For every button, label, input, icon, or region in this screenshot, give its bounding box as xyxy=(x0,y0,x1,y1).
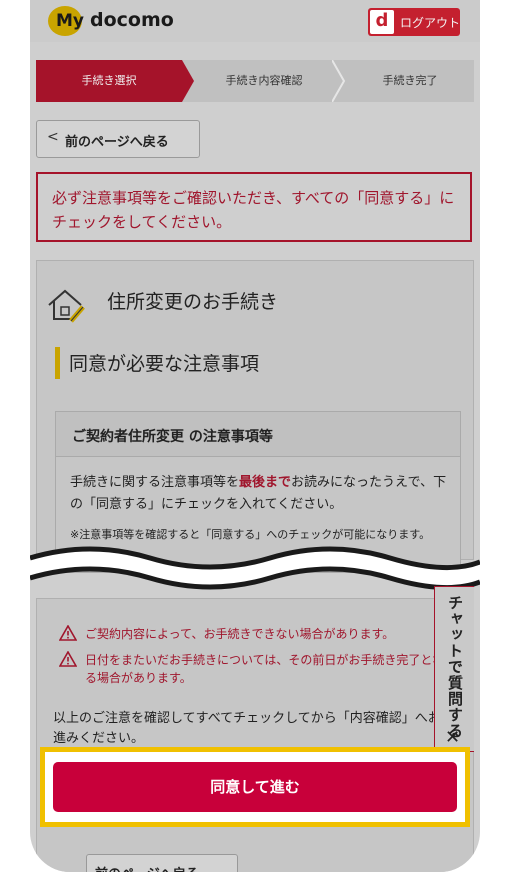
notice-heading: ご契約者住所変更 の注意事項等 xyxy=(72,429,273,445)
step-separator-icon xyxy=(332,60,346,102)
house-edit-icon xyxy=(48,289,85,323)
section-accent-bar xyxy=(55,347,60,379)
chevron-left-icon: < xyxy=(47,129,59,145)
notice-body-emphasis: 最後まで xyxy=(239,475,292,490)
header: My docomo d ログアウト xyxy=(30,0,480,42)
back-button-bottom[interactable]: 前のページへ戻る xyxy=(86,854,238,872)
back-label: 前のページへ戻る xyxy=(65,135,169,150)
back-button[interactable]: < 前のページへ戻る xyxy=(36,120,200,158)
close-icon[interactable]: ✕ xyxy=(445,727,460,748)
consent-alert: 必ず注意事項等をご確認いただき、すべての「同意する」にチェックをしてください。 xyxy=(36,172,472,242)
chat-tab[interactable]: チャットで質問する ✕ xyxy=(434,586,474,752)
warning-text: 日付をまたいだお手続きについては、その前日がお手続き完了となる場合があります。 xyxy=(85,653,445,685)
procedure-card: 住所変更のお手続き 同意が必要な注意事項 ご契約者住所変更 の注意事項等 手続き… xyxy=(36,260,474,573)
agree-proceed-button[interactable]: 同意して進む xyxy=(53,762,457,812)
logout-button[interactable]: d ログアウト xyxy=(368,8,460,36)
notice-body: 手続きに関する注意事項等を最後までお読みになったうえで、下の「同意する」にチェッ… xyxy=(70,472,452,516)
confirm-instruction: 以上のご注意を確認してすべてチェックしてから「内容確認」へお進みください。 xyxy=(53,711,441,746)
step-complete: 手続き完了 xyxy=(382,74,438,87)
alert-text: 必ず注意事項等をご確認いただき、すべての「同意する」にチェックをしてください。 xyxy=(52,189,455,231)
back-label-bottom: 前のページへ戻る xyxy=(95,863,199,872)
notice-body-pre: 手続きに関する注意事項等を xyxy=(70,475,240,490)
warnings-card: ご契約内容によって、お手続きできない場合があります。 日付をまたいだお手続きにつ… xyxy=(36,598,474,872)
step-confirm: 手続き内容確認 xyxy=(225,74,303,87)
warning-icon xyxy=(59,651,77,667)
warning-icon xyxy=(59,625,77,641)
warning-row: ご契約内容によって、お手続きできない場合があります。 xyxy=(59,625,439,645)
progress-steps: 手続き選択 手続き内容確認 手続き完了 xyxy=(36,60,474,102)
wave-cut-divider xyxy=(30,546,480,591)
d-account-icon: d xyxy=(370,10,394,34)
step-select: 手続き選択 xyxy=(36,60,182,102)
phone-frame: My docomo d ログアウト 手続き選択 手続き内容確認 手続き完了 < … xyxy=(30,0,480,872)
step-arrow-icon xyxy=(182,60,194,102)
logo-docomo-text: docomo xyxy=(90,9,174,31)
logout-label: ログアウト xyxy=(400,16,461,30)
procedure-title: 住所変更のお手続き xyxy=(107,291,279,313)
notice-header: ご契約者住所変更 の注意事項等 xyxy=(56,412,460,457)
logo-my-text: My xyxy=(56,11,84,31)
chat-label: チャットで質問する xyxy=(446,595,464,739)
section-title: 同意が必要な注意事項 xyxy=(69,353,260,375)
warning-text: ご契約内容によって、お手続きできない場合があります。 xyxy=(85,627,395,641)
warning-row: 日付をまたいだお手続きについては、その前日がお手続き完了となる場合があります。 xyxy=(59,651,444,691)
corner xyxy=(30,0,42,12)
